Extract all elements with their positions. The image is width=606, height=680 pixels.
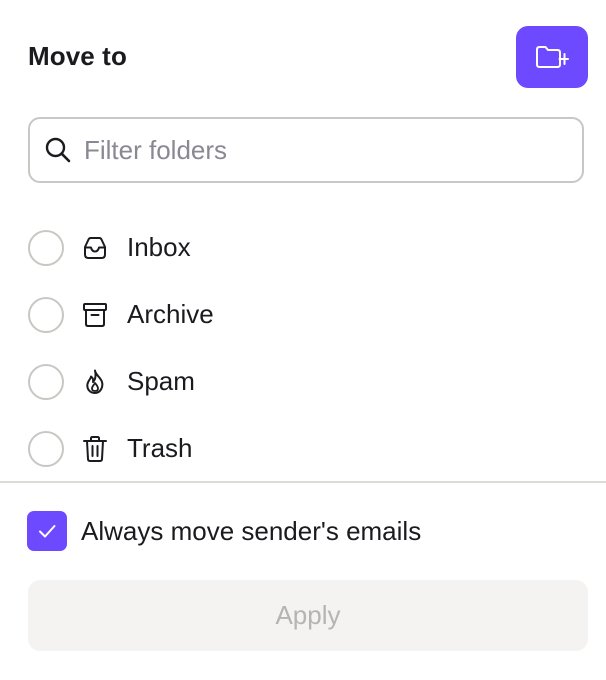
search-icon (45, 137, 71, 163)
folder-radio[interactable] (28, 430, 64, 467)
folder-label: Archive (127, 299, 214, 329)
folder-filter-input[interactable] (84, 134, 564, 166)
fire-icon (80, 367, 110, 397)
folder-filter-field[interactable] (28, 117, 584, 183)
always-move-checkbox[interactable] (27, 511, 67, 551)
folder-radio[interactable] (28, 229, 64, 266)
folder-list: Inbox Archive Spam Trash (28, 214, 588, 482)
new-folder-button[interactable] (516, 26, 588, 88)
folder-label: Trash (127, 433, 193, 463)
apply-button[interactable]: Apply (28, 580, 588, 651)
folder-radio[interactable] (28, 296, 64, 333)
folder-label: Spam (127, 366, 195, 396)
folder-label: Inbox (127, 232, 191, 262)
folder-item-archive[interactable]: Archive (28, 281, 588, 348)
move-to-dialog: Move to Inbox (0, 0, 606, 680)
dialog-title: Move to (28, 40, 127, 71)
folder-plus-icon (536, 46, 569, 68)
always-move-option[interactable]: Always move sender's emails (27, 511, 421, 551)
folder-radio[interactable] (28, 363, 64, 400)
folder-item-spam[interactable]: Spam (28, 348, 588, 415)
always-move-label: Always move sender's emails (81, 515, 422, 546)
archive-icon (80, 300, 110, 330)
inbox-icon (80, 233, 110, 263)
folder-item-inbox[interactable]: Inbox (28, 214, 588, 281)
trash-icon (80, 434, 110, 464)
checkmark-icon (39, 525, 56, 538)
folder-item-trash[interactable]: Trash (28, 415, 588, 482)
divider (0, 481, 606, 483)
dialog-header: Move to (28, 26, 588, 88)
